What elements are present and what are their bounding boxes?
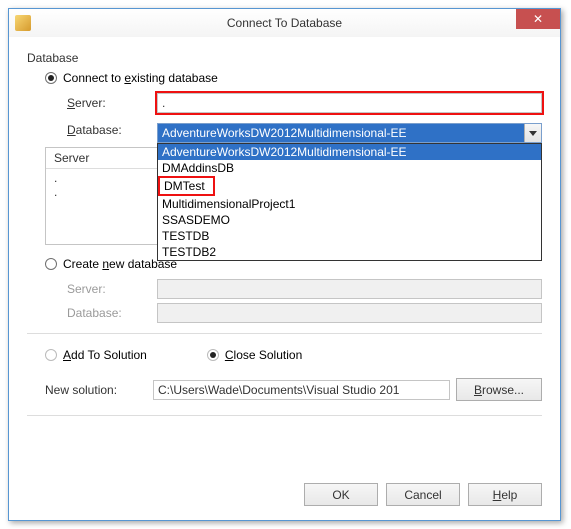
dropdown-item[interactable]: DMAddinsDB [158,160,541,176]
help-button[interactable]: Help [468,483,542,506]
radio-label: Connect to existing database [63,71,218,85]
close-solution-radio: Close Solution [207,348,302,362]
radio-label: Close Solution [225,348,302,362]
new-server-label: Server: [67,282,157,296]
new-solution-input[interactable] [153,380,450,400]
chevron-down-icon[interactable] [524,124,541,142]
database-dropdown[interactable]: AdventureWorksDW2012Multidimensional-EE … [157,143,542,261]
radio-icon [45,72,57,84]
combo-selected-value: AdventureWorksDW2012Multidimensional-EE [158,124,524,142]
dropdown-item[interactable]: DMTest [158,176,215,196]
radio-label: Add To Solution [63,348,147,362]
connect-existing-radio[interactable]: Connect to existing database [45,71,542,85]
divider [27,333,542,334]
footer: OK Cancel Help [9,475,560,520]
radio-icon [45,349,57,361]
ok-button[interactable]: OK [304,483,378,506]
titlebar[interactable]: Connect To Database ✕ [9,9,560,37]
database-combo[interactable]: AdventureWorksDW2012Multidimensional-EE … [157,123,542,143]
dropdown-item[interactable]: TESTDB2 [158,244,541,260]
server-input[interactable] [157,93,542,113]
new-database-input [157,303,542,323]
dialog-window: Connect To Database ✕ Database Connect t… [8,8,561,521]
database-label: Database: [67,123,157,137]
database-group-label: Database [27,51,542,65]
dropdown-item[interactable]: MultidimensionalProject1 [158,196,541,212]
server-label: Server: [67,96,157,110]
cancel-button[interactable]: Cancel [386,483,460,506]
add-to-solution-radio: Add To Solution [45,348,147,362]
divider [27,415,542,416]
window-title: Connect To Database [9,16,560,30]
radio-icon [45,258,57,270]
new-solution-label: New solution: [45,383,153,397]
dropdown-item[interactable]: AdventureWorksDW2012Multidimensional-EE [158,144,541,160]
dropdown-item[interactable]: SSASDEMO [158,212,541,228]
browse-button[interactable]: Browse... [456,378,542,401]
new-server-input [157,279,542,299]
new-database-label: Database: [67,306,157,320]
dialog-body: Database Connect to existing database Se… [9,37,560,475]
radio-icon [207,349,219,361]
dropdown-item[interactable]: TESTDB [158,228,541,244]
